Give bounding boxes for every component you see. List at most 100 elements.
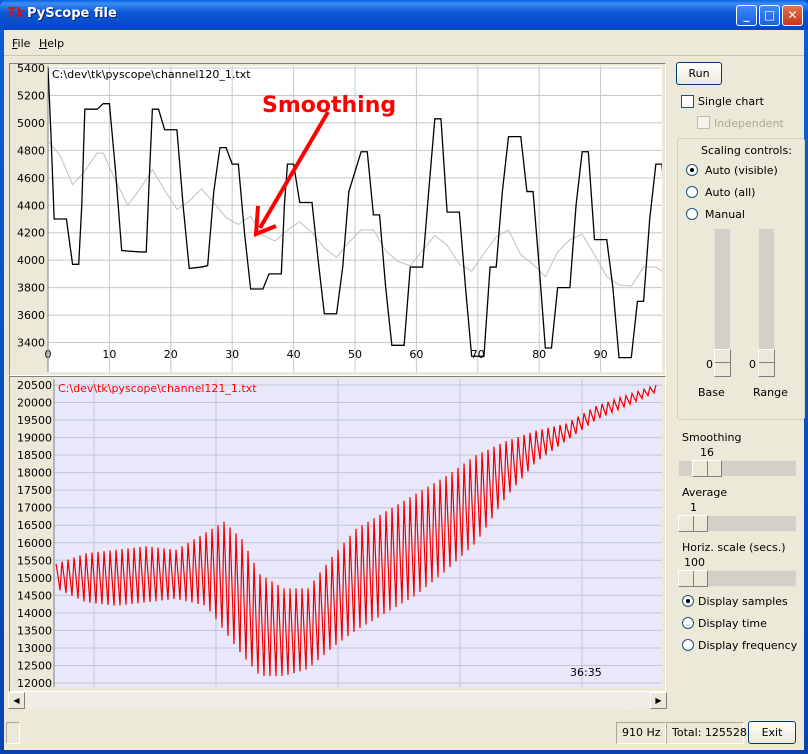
auto-visible-radio[interactable] [686,164,698,176]
y-tick-label: 19000 [17,432,52,445]
x-tick-label: 90 [594,348,608,361]
y-tick-label: 13500 [17,624,52,637]
arrow-right-icon: ▶ [655,696,662,705]
horiz-scale-label: Horiz. scale (secs.) [682,541,786,554]
y-tick-label: 20500 [17,379,52,392]
x-tick-label: 60 [409,348,423,361]
time-readout: 36:35 [570,666,602,679]
status-left-cell [6,722,20,744]
smoothing-label: Smoothing [682,431,742,444]
top-chart-frame: 5400 5200 5000 4800 4600 4400 4200 4000 3800 3600… [9,62,666,376]
display-time-label: Display time [698,617,767,630]
y-tick-label: 3400 [17,337,45,350]
base-slider[interactable] [714,228,731,378]
horizontal-scrollbar[interactable]: ◀ ▶ [8,692,667,709]
y-tick-label: 5200 [17,89,45,102]
minimize-button[interactable]: _ [736,5,757,26]
top-chart[interactable]: 5400 5200 5000 4800 4600 4400 4200 4000 3800 3600… [10,62,665,375]
horiz-scale-slider-thumb[interactable] [678,570,708,587]
scaling-controls-group: Scaling controls: Auto (visible) Auto (a… [677,138,805,420]
auto-all-label: Auto (all) [705,186,756,199]
y-tick-label: 3800 [17,282,45,295]
x-tick-label: 70 [471,348,485,361]
single-chart-checkbox[interactable] [681,95,694,108]
bottom-chart-frame: 20500 20000 19500 19000 18500 18000 17500 17000… [9,376,666,692]
independent-label: Independent [714,117,784,130]
auto-visible-label: Auto (visible) [705,164,778,177]
smoothing-slider[interactable] [678,460,797,477]
close-button[interactable]: ✕ [782,5,803,26]
menu-help[interactable]: Help [39,37,64,50]
auto-all-radio[interactable] [686,186,698,198]
y-tick-label: 20000 [17,397,52,410]
average-slider[interactable] [678,515,797,532]
y-tick-label: 17500 [17,484,52,497]
range-value: 0 [749,358,756,371]
y-tick-label: 16500 [17,519,52,532]
average-label: Average [682,486,728,499]
smoothing-value: 16 [700,446,714,459]
chart-title: C:\dev\tk\pyscope\channel120_1.txt [52,68,251,81]
smoothing-slider-thumb[interactable] [692,460,722,477]
average-slider-thumb[interactable] [678,515,708,532]
y-tick-label: 3600 [17,309,45,322]
range-label: Range [753,386,788,399]
y-tick-label: 12500 [17,659,52,672]
display-samples-radio[interactable] [682,595,694,607]
maximize-icon: □ [763,8,776,22]
exit-button[interactable]: Exit [748,721,796,744]
y-tick-label: 14500 [17,589,52,602]
y-tick-label: 4400 [17,199,45,212]
menu-bar: File Help [4,30,804,56]
independent-checkbox[interactable] [697,116,710,129]
base-value: 0 [706,358,713,371]
menu-file[interactable]: File [12,37,30,50]
client-area: File Help 5400 5200 50 0 0 4800 4600 4400 4200 40… [4,30,805,750]
base-label: Base [698,386,725,399]
y-tick-label: 4000 [17,254,45,267]
status-frequency: 910 Hz [616,722,666,744]
plot-area [54,379,662,687]
title-bar[interactable]: Tk PyScope file _ □ ✕ [0,0,808,30]
y-tick-label: 5400 [17,64,45,75]
range-slider[interactable] [758,228,775,378]
x-tick-label: 40 [287,348,301,361]
y-tick-label: 18000 [17,467,52,480]
scroll-left-button[interactable]: ◀ [8,692,25,709]
status-total: Total: 125528 [666,722,747,744]
bottom-chart[interactable]: 20500 20000 19500 19000 18500 18000 17500 17000… [10,377,665,691]
y-tick-label: 4200 [17,227,45,240]
display-frequency-label: Display frequency [698,639,798,652]
y-tick-label: 18500 [17,449,52,462]
single-chart-label: Single chart [698,95,764,108]
horiz-scale-value: 100 [684,556,705,569]
y-tick-label: 15500 [17,554,52,567]
run-button[interactable]: Run [676,62,722,85]
y-tick-label: 16000 [17,537,52,550]
x-tick-label: 10 [102,348,116,361]
y-tick-label: 4800 [17,144,45,157]
y-tick-label: 19500 [17,414,52,427]
average-value: 1 [690,501,697,514]
x-tick-label: 30 [225,348,239,361]
scaling-controls-title: Scaling controls: [701,144,792,157]
window-title: PyScope file [27,6,117,21]
y-tick-label: 13000 [17,642,52,655]
horiz-scale-slider[interactable] [678,570,797,587]
range-slider-thumb[interactable] [758,349,775,377]
manual-radio[interactable] [686,208,698,220]
display-time-radio[interactable] [682,617,694,629]
y-tick-label: 14000 [17,607,52,620]
base-slider-thumb[interactable] [714,349,731,377]
app-window: Tk PyScope file _ □ ✕ File Help 5400 5200… [0,0,808,754]
y-tick-label: 15000 [17,572,52,585]
display-samples-label: Display samples [698,595,788,608]
scroll-right-button[interactable]: ▶ [650,692,667,709]
close-icon: ✕ [787,8,798,22]
minimize-icon: _ [743,8,750,22]
display-frequency-radio[interactable] [682,639,694,651]
tk-feather-icon: Tk [7,6,25,21]
y-tick-label: 4600 [17,172,45,185]
x-tick-label: 50 [348,348,362,361]
maximize-button[interactable]: □ [759,5,780,26]
